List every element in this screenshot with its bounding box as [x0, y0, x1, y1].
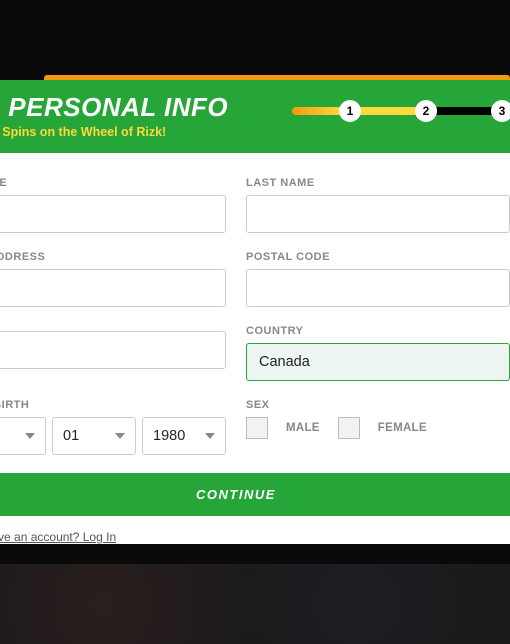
country-label: COUNTRY [246, 325, 510, 337]
street-address-label: EET ADDRESS [0, 251, 226, 263]
female-label: FEMALE [378, 422, 427, 434]
step-2-dot[interactable]: 2 [415, 100, 437, 122]
bottom-background [0, 564, 510, 644]
last-name-label: LAST NAME [246, 177, 510, 189]
postal-code-label: POSTAL CODE [246, 251, 510, 263]
female-checkbox[interactable] [338, 417, 360, 439]
form-header: UR PERSONAL INFO 0 Free Spins on the Whe… [0, 80, 510, 153]
progress-segment-3 [434, 107, 494, 115]
dob-month-select[interactable]: 01 [52, 417, 136, 455]
step-progress: 1 2 3 [292, 100, 510, 122]
last-name-input[interactable] [246, 195, 510, 233]
dob-year-value: 1980 [153, 428, 185, 444]
continue-button[interactable]: CONTINUE [0, 473, 510, 516]
page-subtitle: 0 Free Spins on the Wheel of Rizk! [0, 125, 510, 139]
sex-label: SEX [246, 399, 510, 411]
chevron-down-icon [205, 433, 215, 439]
first-name-label: T NAME [0, 177, 226, 189]
chevron-down-icon [25, 433, 35, 439]
progress-segment-2 [358, 107, 418, 115]
step-1-dot[interactable]: 1 [339, 100, 361, 122]
dob-label: E OF BIRTH [0, 399, 226, 411]
form-body: T NAME LAST NAME EET ADDRESS POSTAL CODE… [0, 153, 510, 544]
dob-month-value: 01 [63, 428, 79, 444]
top-background [0, 0, 510, 80]
street-address-input[interactable] [0, 269, 226, 307]
progress-segment-1 [292, 107, 342, 115]
dob-day-select[interactable]: 1 [0, 417, 46, 455]
male-label: MALE [286, 422, 320, 434]
city-input[interactable] [0, 331, 226, 369]
chevron-down-icon [115, 433, 125, 439]
dob-year-select[interactable]: 1980 [142, 417, 226, 455]
step-3-dot[interactable]: 3 [491, 100, 510, 122]
country-value: Canada [259, 354, 310, 370]
country-select[interactable]: Canada [246, 343, 510, 381]
postal-code-input[interactable] [246, 269, 510, 307]
login-link[interactable]: ady have an account? Log In [0, 530, 510, 544]
first-name-input[interactable] [0, 195, 226, 233]
male-checkbox[interactable] [246, 417, 268, 439]
